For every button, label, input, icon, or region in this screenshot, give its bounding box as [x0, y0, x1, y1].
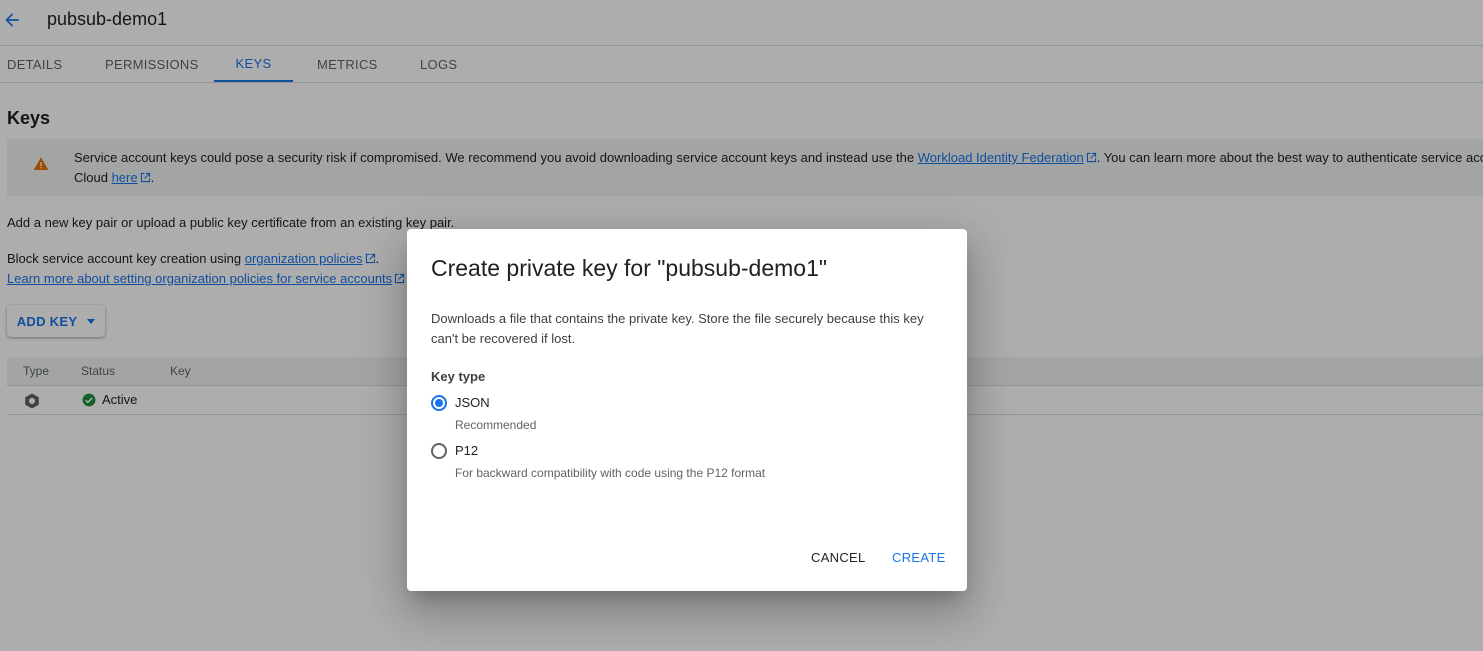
create-button[interactable]: CREATE: [892, 547, 946, 567]
p12-hint: For backward compatibility with code usi…: [455, 466, 766, 480]
app-root: pubsub-demo1 DETAILS PERMISSIONS KEYS ME…: [0, 0, 1483, 651]
key-type-label: Key type: [431, 369, 486, 384]
p12-label[interactable]: P12: [455, 443, 478, 458]
json-radio[interactable]: [431, 395, 447, 411]
json-label[interactable]: JSON: [455, 395, 490, 410]
create-key-dialog: Create private key for "pubsub-demo1" Do…: [407, 229, 967, 591]
cancel-button[interactable]: CANCEL: [811, 547, 866, 567]
dialog-description: Downloads a file that contains the priva…: [431, 311, 924, 346]
dialog-title: Create private key for "pubsub-demo1": [431, 255, 828, 281]
p12-radio[interactable]: [431, 443, 447, 459]
json-hint: Recommended: [455, 418, 537, 432]
